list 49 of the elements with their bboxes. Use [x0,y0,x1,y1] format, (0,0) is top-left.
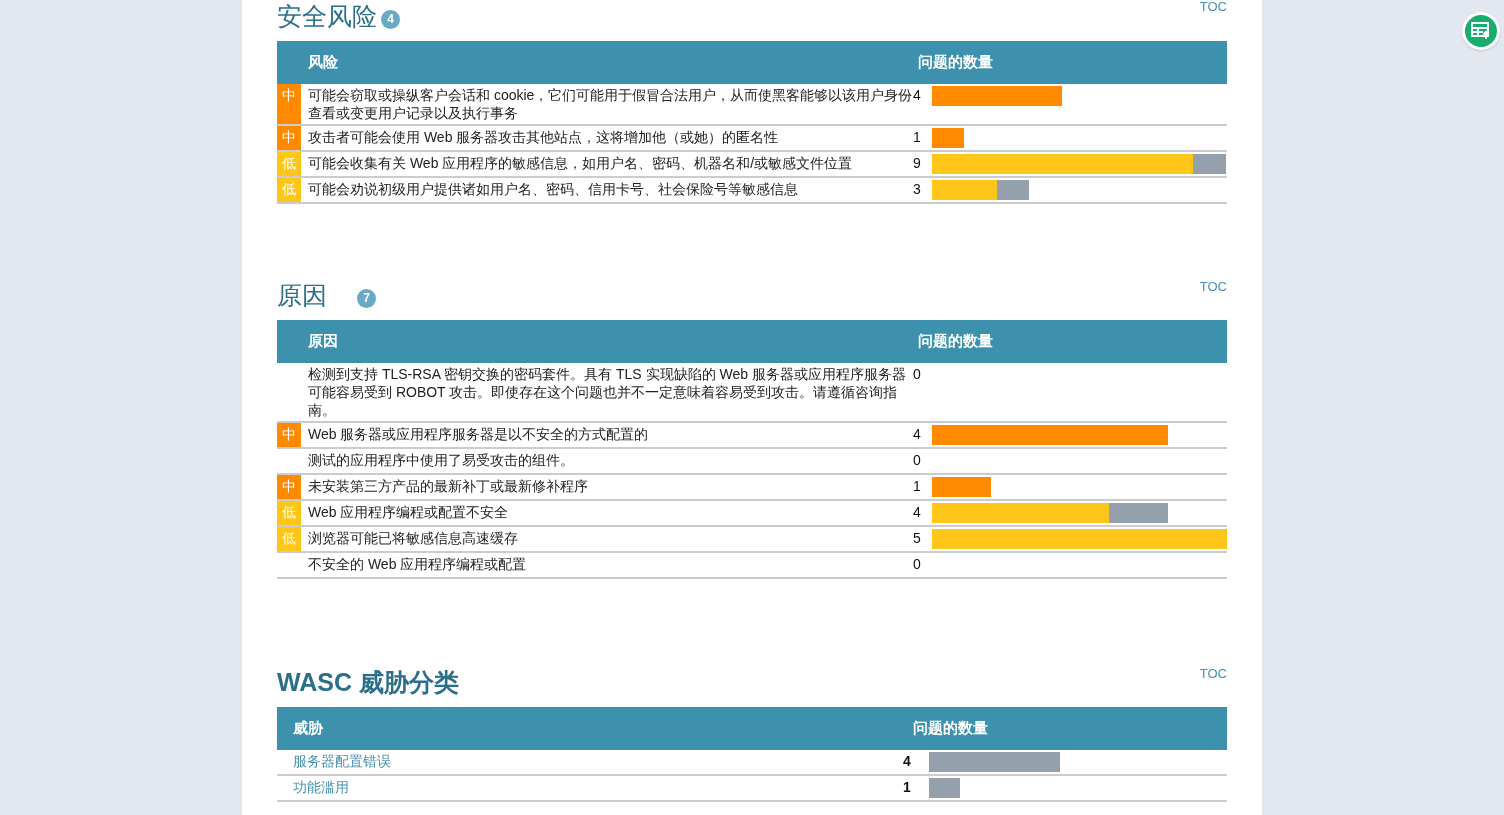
issue-count: 4 [903,752,912,770]
severity-badge: 低 [277,178,301,202]
issue-count: 1 [913,128,922,146]
row-text: 测试的应用程序中使用了易受攻击的组件。 [308,452,574,468]
count-badge: 7 [357,288,376,308]
severity-badge: 低 [277,152,301,176]
column-header: 问题的数量 [918,52,993,73]
issue-count: 0 [913,451,922,469]
issue-count: 1 [913,477,922,495]
issue-count: 5 [913,529,922,547]
row-text: 攻击者可能会使用 Web 服务器攻击其他站点，这将增加他（或她）的匿名性 [308,129,779,145]
severity-badge: 中 [277,126,301,150]
issue-count: 4 [913,425,922,443]
column-header: 问题的数量 [913,718,988,739]
section-title: 原因 [277,280,327,310]
issue-count: 0 [913,365,922,383]
spreadsheet-export-icon[interactable] [1462,12,1500,50]
threat-link[interactable]: 功能滥用 [293,779,349,795]
toc-link[interactable]: TOC [1199,276,1227,296]
row-text: 未安装第三方产品的最新补丁或最新修补程序 [308,478,588,494]
issue-count: 3 [913,180,922,198]
count-badge: 4 [381,9,400,29]
issue-count: 9 [913,154,922,172]
row-text: 可能会窃取或操纵客户会话和 cookie，它们可能用于假冒合法用户，从而使黑客能够以该用户身份查看或变更用户记录以及执行事务 [308,87,913,121]
column-header: 风险 [307,52,339,73]
row-text: 不安全的 Web 应用程序编程或配置 [308,556,527,572]
toc-link[interactable]: TOC [1199,663,1227,683]
column-header: 原因 [307,331,339,352]
severity-badge: 低 [277,501,301,525]
toc-link[interactable]: TOC [1199,0,1227,16]
row-text: Web 应用程序编程或配置不安全 [308,504,509,520]
row-text: 浏览器可能已将敏感信息高速缓存 [308,530,518,546]
row-text: 检测到支持 TLS-RSA 密钥交换的密码套件。具有 TLS 实现缺陷的 Web 服务器或应用程序服务器可能容易受到 ROBOT 攻击。即使存在这个问题也并不一定意味着容易受到攻击。请遵循咨询指南。 [308,366,906,418]
row-text: 可能会劝说初级用户提供诸如用户名、密码、信用卡号、社会保险号等敏感信息 [308,181,798,197]
row-text: 可能会收集有关 Web 应用程序的敏感信息，如用户名、密码、机器名和/或敏感文件位置 [308,155,853,171]
row-text: Web 服务器或应用程序服务器是以不安全的方式配置的 [308,426,649,442]
severity-badge: 中 [277,84,301,124]
issue-count: 0 [913,555,922,573]
threat-link[interactable]: 服务器配置错误 [293,753,391,769]
issue-count: 1 [903,778,912,796]
severity-badge: 中 [277,475,301,499]
column-header: 问题的数量 [918,331,993,352]
severity-badge: 中 [277,423,301,447]
issue-count: 4 [913,86,922,104]
section-title: 安全风险 [277,1,377,31]
issue-count: 4 [913,503,922,521]
severity-badge: 低 [277,527,301,551]
column-header: 威胁 [292,718,324,739]
section-title: WASC 威胁分类 [277,667,459,697]
